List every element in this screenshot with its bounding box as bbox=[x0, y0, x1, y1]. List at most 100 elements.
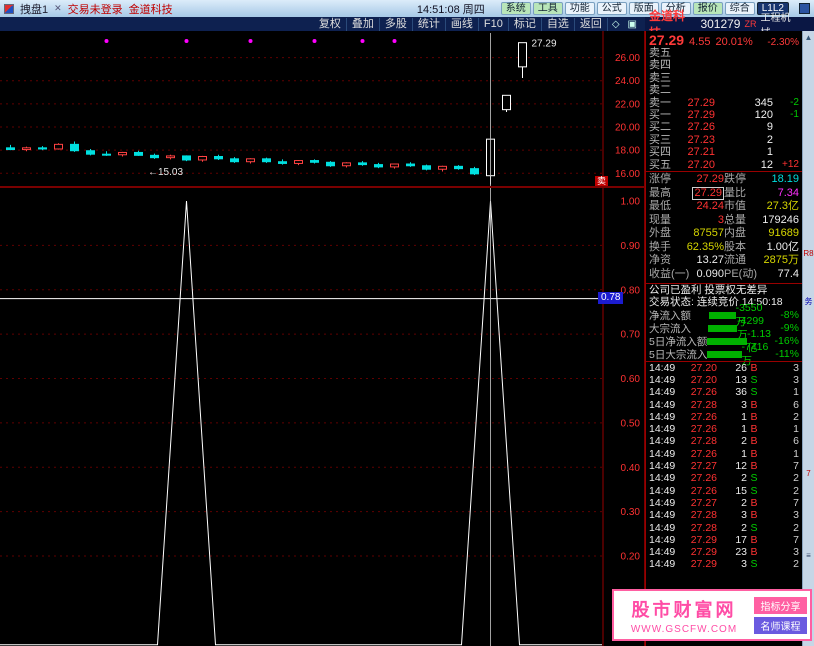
tick-time: 14:49 bbox=[649, 521, 676, 534]
toolbar-items: 复权 叠加 多股 统计 画线 F10 标记 自选 返回 bbox=[314, 17, 608, 31]
order-delta: +12 bbox=[782, 158, 799, 170]
stat-label: 现量 bbox=[649, 213, 671, 226]
tick-price: 27.29 bbox=[690, 533, 717, 546]
tick-count: 2 bbox=[793, 472, 799, 485]
flow-bar bbox=[707, 324, 738, 332]
candlestick-pane[interactable]: 26.00 24.00 22.00 20.00 18.00 16.00 27.29 ←15.0… bbox=[0, 31, 644, 186]
toolbar-返回[interactable]: 返回 bbox=[575, 17, 608, 31]
svg-text:16.00: 16.00 bbox=[615, 169, 640, 180]
order-volume: 12 bbox=[760, 158, 773, 171]
login-status[interactable]: 交易未登录 bbox=[68, 1, 123, 17]
chart-area[interactable]: 26.00 24.00 22.00 20.00 18.00 16.00 27.29 ←15.0… bbox=[0, 31, 645, 646]
tick-side: B bbox=[750, 410, 758, 423]
tick-side: B bbox=[750, 496, 758, 509]
toolbar-自选[interactable]: 自选 bbox=[542, 17, 575, 31]
tick-count: 1 bbox=[793, 447, 799, 460]
tick-count: 1 bbox=[793, 386, 799, 399]
order-book-row[interactable]: 买五 27.20 12 +12 bbox=[646, 159, 802, 171]
tick-price: 27.26 bbox=[690, 447, 717, 460]
order-book-row[interactable]: 卖一 27.29 345 -2 bbox=[646, 97, 802, 109]
svg-text:0.80: 0.80 bbox=[621, 285, 641, 296]
order-level-label: 买四 bbox=[649, 146, 671, 159]
toolbar-复权[interactable]: 复权 bbox=[314, 17, 347, 31]
order-book-row[interactable]: 买四 27.21 1 bbox=[646, 146, 802, 158]
diamond-icon[interactable]: ◇ bbox=[608, 19, 624, 30]
tick-price: 27.20 bbox=[690, 373, 717, 386]
flow-pct: -8% bbox=[780, 309, 799, 322]
menu-功能[interactable]: 功能 bbox=[564, 2, 595, 15]
tick-row: 14:49 27.26 1 B 1 bbox=[646, 423, 802, 435]
strip-item-▲[interactable]: ▲ bbox=[803, 33, 814, 42]
stat-label: 净资 bbox=[649, 254, 671, 267]
quote-panel: 27.29 4.55 20.01% -2.30% 卖五 卖四 卖三 卖二 卖一 27.29… bbox=[645, 31, 802, 646]
tick-volume: 3 bbox=[741, 509, 747, 522]
order-delta bbox=[773, 146, 799, 158]
window-split-icon[interactable]: ▣ bbox=[624, 19, 641, 30]
strip-item-务[interactable]: 务 bbox=[803, 297, 814, 306]
order-delta bbox=[773, 59, 799, 71]
toolbar-标记[interactable]: 标记 bbox=[509, 17, 542, 31]
tick-price: 27.26 bbox=[690, 484, 717, 497]
tick-count: 2 bbox=[793, 410, 799, 423]
menu-系统[interactable]: 系统 bbox=[500, 2, 531, 15]
strip-item-7[interactable]: 7 bbox=[803, 469, 814, 478]
order-book-row[interactable]: 买二 27.26 9 bbox=[646, 121, 802, 133]
toolbar-叠加[interactable]: 叠加 bbox=[347, 17, 380, 31]
watermark-banner[interactable]: 股市财富网 WWW.GSCFW.COM 指标分享 名师课程 bbox=[612, 589, 812, 641]
order-price: 27.21 bbox=[687, 146, 715, 159]
tick-row: 14:49 27.26 1 B 2 bbox=[646, 411, 802, 423]
tick-side: B bbox=[750, 509, 758, 522]
stat-value: 179246 bbox=[762, 213, 799, 226]
order-book-row[interactable]: 卖四 bbox=[646, 59, 802, 71]
tick-count: 3 bbox=[793, 509, 799, 522]
strip-item-R8[interactable]: R8 bbox=[803, 249, 814, 258]
order-level-label: 买一 bbox=[649, 108, 671, 121]
order-book-row[interactable]: 买一 27.29 120 -1 bbox=[646, 109, 802, 121]
stat-cell: 现量 3 bbox=[649, 214, 724, 228]
tick-side: S bbox=[750, 484, 758, 497]
tick-price: 27.28 bbox=[690, 521, 717, 534]
tick-volume: 2 bbox=[741, 472, 747, 485]
tab-close-icon[interactable]: ✕ bbox=[54, 3, 62, 14]
menu-报价[interactable]: 报价 bbox=[692, 2, 723, 15]
indicator-pane[interactable]: 1.00 0.90 0.80 0.70 0.60 0.50 0.40 0.30 0.20 0.7… bbox=[0, 188, 644, 646]
current-stock-shortcut[interactable]: 金道科技 bbox=[129, 1, 173, 17]
workspace-tab[interactable]: 拽盘1 bbox=[20, 1, 48, 17]
toolbar-多股[interactable]: 多股 bbox=[380, 17, 413, 31]
order-book-row[interactable]: 买三 27.23 2 bbox=[646, 134, 802, 146]
toolbar-F10[interactable]: F10 bbox=[479, 17, 509, 31]
menu-工具[interactable]: 工具 bbox=[532, 2, 563, 15]
svg-text:18.00: 18.00 bbox=[615, 146, 640, 157]
menu-公式[interactable]: 公式 bbox=[596, 2, 627, 15]
tick-time: 14:49 bbox=[649, 435, 676, 448]
order-delta: -2 bbox=[790, 96, 799, 108]
stat-cell: 量比 7.34 bbox=[724, 187, 799, 201]
toolbar-统计[interactable]: 统计 bbox=[413, 17, 446, 31]
stat-label: PE(动) bbox=[724, 268, 757, 281]
tick-row: 14:49 27.29 17 B 7 bbox=[646, 534, 802, 546]
order-price: 27.23 bbox=[687, 133, 715, 146]
tick-volume: 1 bbox=[741, 410, 747, 423]
layout-icon[interactable] bbox=[799, 3, 810, 14]
order-book-row[interactable]: 卖二 bbox=[646, 84, 802, 96]
stat-cell: 股本 1.00亿 bbox=[724, 241, 799, 255]
stat-label: 跌停 bbox=[724, 172, 746, 185]
strip-item-≡[interactable]: ≡ bbox=[803, 551, 814, 560]
order-book-row[interactable]: 卖三 bbox=[646, 72, 802, 84]
flow-label: 5日大宗流入 bbox=[649, 348, 708, 361]
right-edge-strip: ▲R8务7≡▼ bbox=[802, 31, 814, 646]
watermark-url[interactable]: WWW.GSCFW.COM bbox=[614, 624, 754, 635]
tick-side: S bbox=[750, 558, 758, 571]
quote-header: 金道科技 301279 ZR 工程机械 bbox=[645, 9, 814, 40]
order-level-label: 买二 bbox=[649, 121, 671, 134]
menu-综合[interactable]: 综合 bbox=[724, 2, 755, 15]
company-notice: 公司已盈利 投票权无差异 bbox=[646, 282, 802, 296]
order-price bbox=[675, 47, 715, 59]
toolbar-画线[interactable]: 画线 bbox=[446, 17, 479, 31]
tick-volume: 12 bbox=[735, 460, 747, 473]
order-book-row[interactable]: 卖五 bbox=[646, 47, 802, 59]
svg-text:0.70: 0.70 bbox=[621, 330, 641, 341]
tick-count: 7 bbox=[793, 533, 799, 546]
tick-count: 2 bbox=[793, 521, 799, 534]
stats-row: 现量 3 总量 179246 bbox=[646, 214, 802, 228]
